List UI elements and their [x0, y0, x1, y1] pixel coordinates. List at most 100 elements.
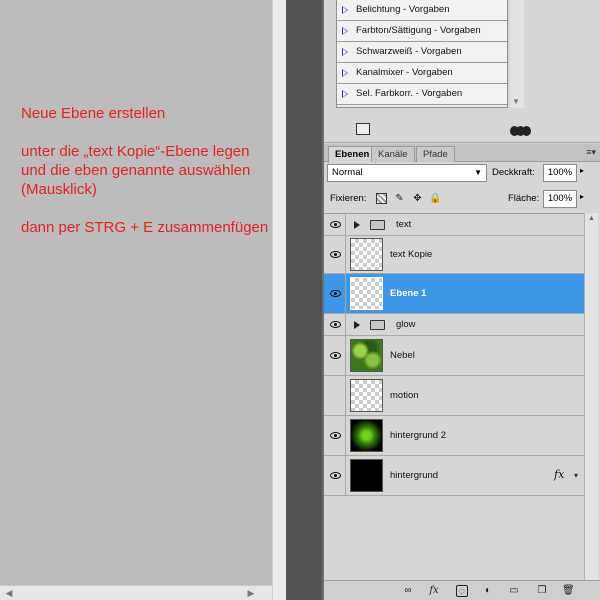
eye-icon[interactable] [330, 432, 341, 439]
visibility-cell[interactable] [324, 236, 346, 273]
layer-text-kopie[interactable]: text Kopie [324, 236, 584, 274]
layer-thumbnail [350, 277, 383, 310]
dropdown-arrow-icon: ▼ [474, 168, 482, 177]
adjustment-preset-item[interactable]: Farbton/Sättigung - Vorgaben [337, 21, 507, 42]
scroll-up-icon[interactable]: ▲ [588, 215, 595, 222]
layers-bottom-toolbar: ∞ fx ◌ ◐ ▭ ❐ 🗑 [324, 580, 600, 600]
new-adjustment-layer-icon[interactable]: ◐ [482, 585, 494, 597]
tab-ebenen[interactable]: Ebenen [328, 146, 377, 163]
visibility-toggle-icon[interactable] [510, 123, 531, 136]
eye-icon[interactable] [330, 352, 341, 359]
adjustment-preset-item[interactable]: Sel. Farbkorr. - Vorgaben [337, 84, 507, 105]
eye-icon[interactable] [330, 472, 341, 479]
adjustments-toolbar [324, 117, 600, 143]
return-to-list-icon[interactable] [356, 123, 370, 135]
scroll-right-icon[interactable]: ▶ [244, 587, 258, 600]
lock-position-move-icon[interactable]: ✥ [412, 193, 423, 204]
layer-hintergrund-2[interactable]: hintergrund 2 [324, 416, 584, 456]
layer-thumbnail [350, 238, 383, 271]
layer-group-glow[interactable]: glow [324, 314, 584, 336]
scroll-down-icon[interactable]: ▼ [512, 97, 520, 106]
horizontal-scrollbar[interactable]: ◀ ▶ [0, 585, 272, 600]
lock-pixels-brush-icon[interactable]: ✎ [394, 193, 405, 204]
expand-triangle-icon[interactable] [342, 69, 348, 77]
blend-options-row: Normal ▼ Deckkraft: 100% ▸ [324, 162, 600, 184]
layer-motion[interactable]: motion [324, 376, 584, 416]
eye-icon[interactable] [330, 321, 341, 328]
adjustment-preset-label: Sel. Farbkorr. - Vorgaben [356, 88, 463, 99]
panel-menu-icon[interactable]: ≡▾ [586, 147, 596, 158]
eye-icon[interactable] [330, 221, 341, 228]
expand-triangle-icon[interactable] [342, 90, 348, 98]
layer-name: glow [396, 319, 416, 330]
eye-icon[interactable] [330, 251, 341, 258]
adjustment-preset-item[interactable]: Schwarzweiß - Vorgaben [337, 42, 507, 63]
fill-input[interactable]: 100% [543, 190, 577, 208]
panel-tab-bar: Ebenen Kanäle Pfade ≡▾ [324, 144, 600, 163]
add-mask-icon[interactable]: ◌ [456, 585, 468, 597]
tab-kanaele[interactable]: Kanäle [371, 146, 415, 162]
canvas-area[interactable]: Neue Ebene erstellen unter die „text Kop… [0, 0, 272, 600]
adjustment-preset-label: Schwarzweiß - Vorgaben [356, 46, 462, 57]
lock-transparency-icon[interactable] [376, 193, 387, 204]
lock-all-icon[interactable]: 🔒 [429, 193, 441, 204]
instruction-line-1: Neue Ebene erstellen [21, 105, 166, 122]
instruction-line-3: dann per STRG + E zusammenfügen [21, 219, 269, 236]
lock-label: Fixieren: [330, 193, 367, 204]
blend-mode-select[interactable]: Normal ▼ [327, 164, 487, 182]
effects-expand-icon[interactable]: ▾ [574, 471, 578, 480]
layer-name: Ebene 1 [390, 288, 427, 299]
expand-triangle-icon[interactable] [342, 48, 348, 56]
adjustment-preset-item[interactable]: Kanalmixer - Vorgaben [337, 63, 507, 84]
adjustment-preset-label: Belichtung - Vorgaben [356, 4, 450, 15]
tab-pfade[interactable]: Pfade [416, 146, 455, 162]
layer-hintergrund[interactable]: hintergrund fx ▾ [324, 456, 584, 496]
visibility-cell[interactable] [324, 416, 346, 455]
layer-name: text Kopie [390, 249, 433, 260]
expand-triangle-icon[interactable] [354, 321, 360, 329]
layer-name: text [396, 219, 412, 230]
layer-effects-icon[interactable]: fx [554, 468, 564, 481]
layers-list: text text Kopie Ebene 1 glow Nebel motio… [324, 213, 584, 580]
layers-scrollbar[interactable]: ▲ [584, 213, 598, 580]
adjustment-preset-label: Farbton/Sättigung - Vorgaben [356, 25, 481, 36]
layer-group-text[interactable]: text [324, 214, 584, 236]
new-group-icon[interactable]: ▭ [508, 585, 520, 597]
layer-ebene-1[interactable]: Ebene 1 [324, 274, 584, 314]
instruction-text: Neue Ebene erstellen unter die „text Kop… [21, 104, 271, 256]
visibility-cell[interactable] [324, 214, 346, 235]
adjustment-preset-item[interactable]: Belichtung - Vorgaben [337, 0, 507, 21]
vertical-scrollbar[interactable] [272, 0, 286, 600]
visibility-cell[interactable] [324, 336, 346, 375]
visibility-cell[interactable] [324, 274, 346, 313]
layers-panel: Belichtung - Vorgaben Farbton/Sättigung … [324, 0, 600, 600]
adjustments-presets-list[interactable]: Belichtung - Vorgaben Farbton/Sättigung … [336, 0, 508, 108]
layer-thumbnail [350, 459, 383, 492]
adjustment-preset-label: Kanalmixer - Vorgaben [356, 67, 453, 78]
opacity-input[interactable]: 100% [543, 164, 577, 182]
layer-thumbnail [350, 419, 383, 452]
scroll-left-icon[interactable]: ◀ [2, 587, 16, 600]
new-layer-icon[interactable]: ❐ [536, 585, 548, 597]
visibility-cell[interactable] [324, 376, 346, 415]
expand-triangle-icon[interactable] [354, 221, 360, 229]
opacity-label: Deckkraft: [492, 167, 535, 178]
opacity-slider-icon[interactable]: ▸ [580, 166, 584, 175]
layer-name: hintergrund [390, 470, 439, 481]
fill-slider-icon[interactable]: ▸ [580, 192, 584, 201]
visibility-cell[interactable] [324, 456, 346, 495]
visibility-cell[interactable] [324, 314, 346, 335]
lock-options-row: Fixieren: ✎ ✥ 🔒 Fläche: 100% ▸ [324, 188, 600, 210]
delete-layer-icon[interactable]: 🗑 [562, 585, 575, 597]
layer-name: hintergrund 2 [390, 430, 446, 441]
blend-mode-value: Normal [332, 167, 363, 178]
eye-icon[interactable] [330, 290, 341, 297]
adjustments-scrollbar[interactable]: ▼ [510, 0, 524, 108]
add-layer-style-icon[interactable]: fx [428, 585, 440, 597]
layer-thumbnail [350, 339, 383, 372]
expand-triangle-icon[interactable] [342, 6, 348, 14]
layer-name: motion [390, 390, 419, 401]
link-layers-icon[interactable]: ∞ [402, 585, 414, 597]
expand-triangle-icon[interactable] [342, 27, 348, 35]
layer-nebel[interactable]: Nebel [324, 336, 584, 376]
